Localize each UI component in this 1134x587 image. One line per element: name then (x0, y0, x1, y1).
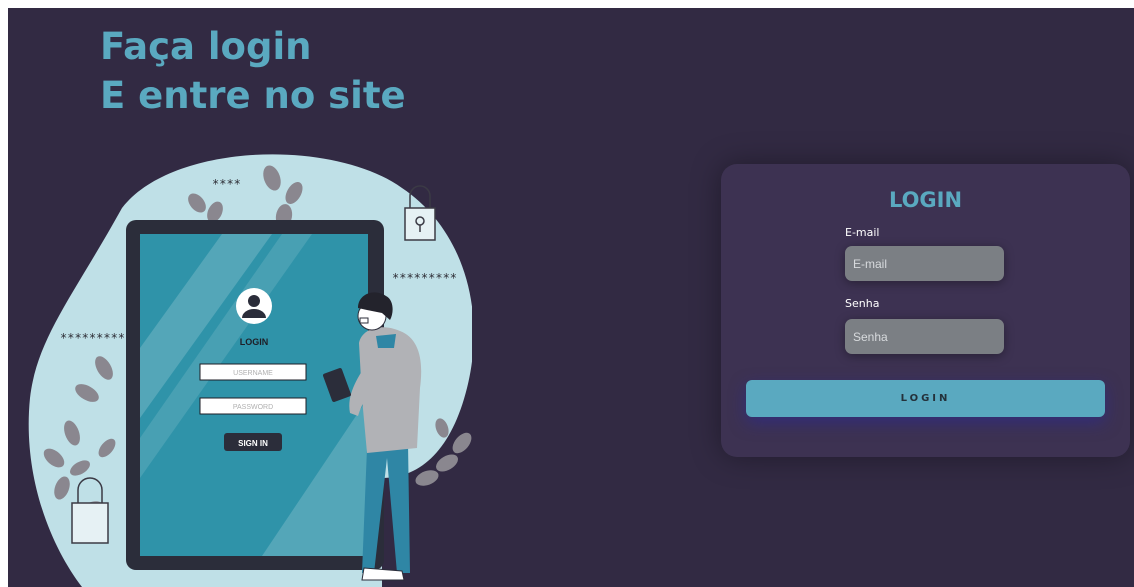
password-stars-left: ********* (60, 331, 125, 345)
email-field[interactable] (845, 246, 1004, 281)
tablet-login-title: LOGIN (240, 337, 269, 347)
login-card: LOGIN E-mail Senha LOGIN (721, 164, 1130, 457)
login-card-title: LOGIN (888, 188, 963, 212)
login-button[interactable]: LOGIN (746, 380, 1105, 417)
login-illustration: **** ********* ********* LOGIN USERNAME … (28, 154, 472, 587)
padlock-icon (404, 185, 436, 241)
password-label: Senha (845, 297, 880, 310)
password-stars-right: ********* (392, 271, 457, 285)
tablet-username-placeholder: USERNAME (233, 370, 273, 377)
password-stars-top: **** (212, 177, 241, 191)
hero-title-line-1: Faça login (100, 25, 312, 68)
tablet-signin-label: SIGN IN (238, 439, 268, 448)
hero-title-line-2: E entre no site (100, 74, 406, 117)
email-label: E-mail (845, 226, 880, 239)
password-field[interactable] (845, 319, 1004, 354)
tablet-password-placeholder: PASSWORD (233, 404, 273, 411)
hero-title: Faça login E entre no site (100, 22, 406, 120)
page-frame: Faça login E entre no site **** ********… (8, 8, 1134, 587)
